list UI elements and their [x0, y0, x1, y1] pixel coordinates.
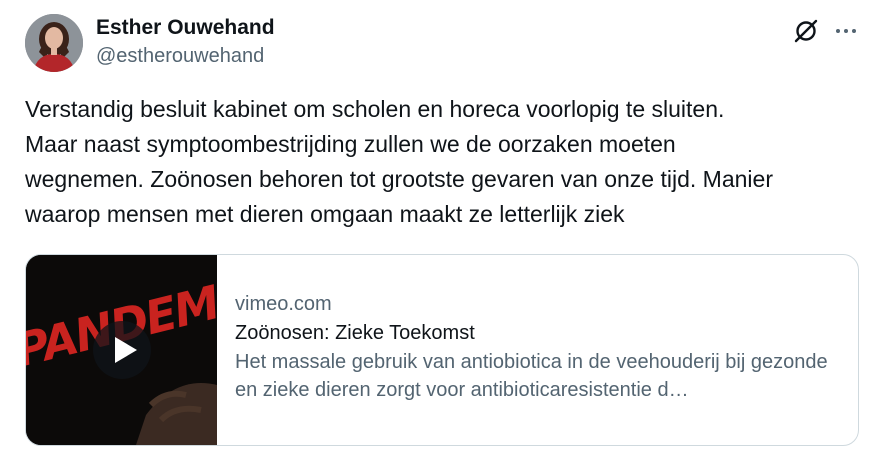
author-handle[interactable]: @estherouwehand — [96, 42, 275, 70]
more-ellipsis-icon[interactable] — [833, 18, 859, 44]
card-description: Het massale gebruik van antiobiotica in … — [235, 351, 828, 401]
play-icon[interactable] — [93, 321, 151, 379]
avatar[interactable] — [25, 14, 83, 72]
avatar-photo — [25, 14, 83, 72]
tweet-text: Verstandig besluit kabinet om scholen en… — [25, 96, 773, 227]
grok-slash-circle-icon[interactable] — [792, 17, 820, 45]
card-thumbnail[interactable]: PANDEMIE — [26, 255, 217, 445]
author-block: Esther Ouwehand @estherouwehand — [96, 14, 275, 70]
link-card[interactable]: PANDEMIE vimeo.com Zoönosen: Zieke Toeko… — [25, 254, 859, 446]
card-title: Zoönosen: Zieke Toekomst — [235, 322, 475, 344]
card-body: vimeo.com Zoönosen: Zieke Toekomst Het m… — [235, 290, 840, 404]
author-name[interactable]: Esther Ouwehand — [96, 14, 275, 42]
card-domain: vimeo.com — [235, 293, 332, 315]
